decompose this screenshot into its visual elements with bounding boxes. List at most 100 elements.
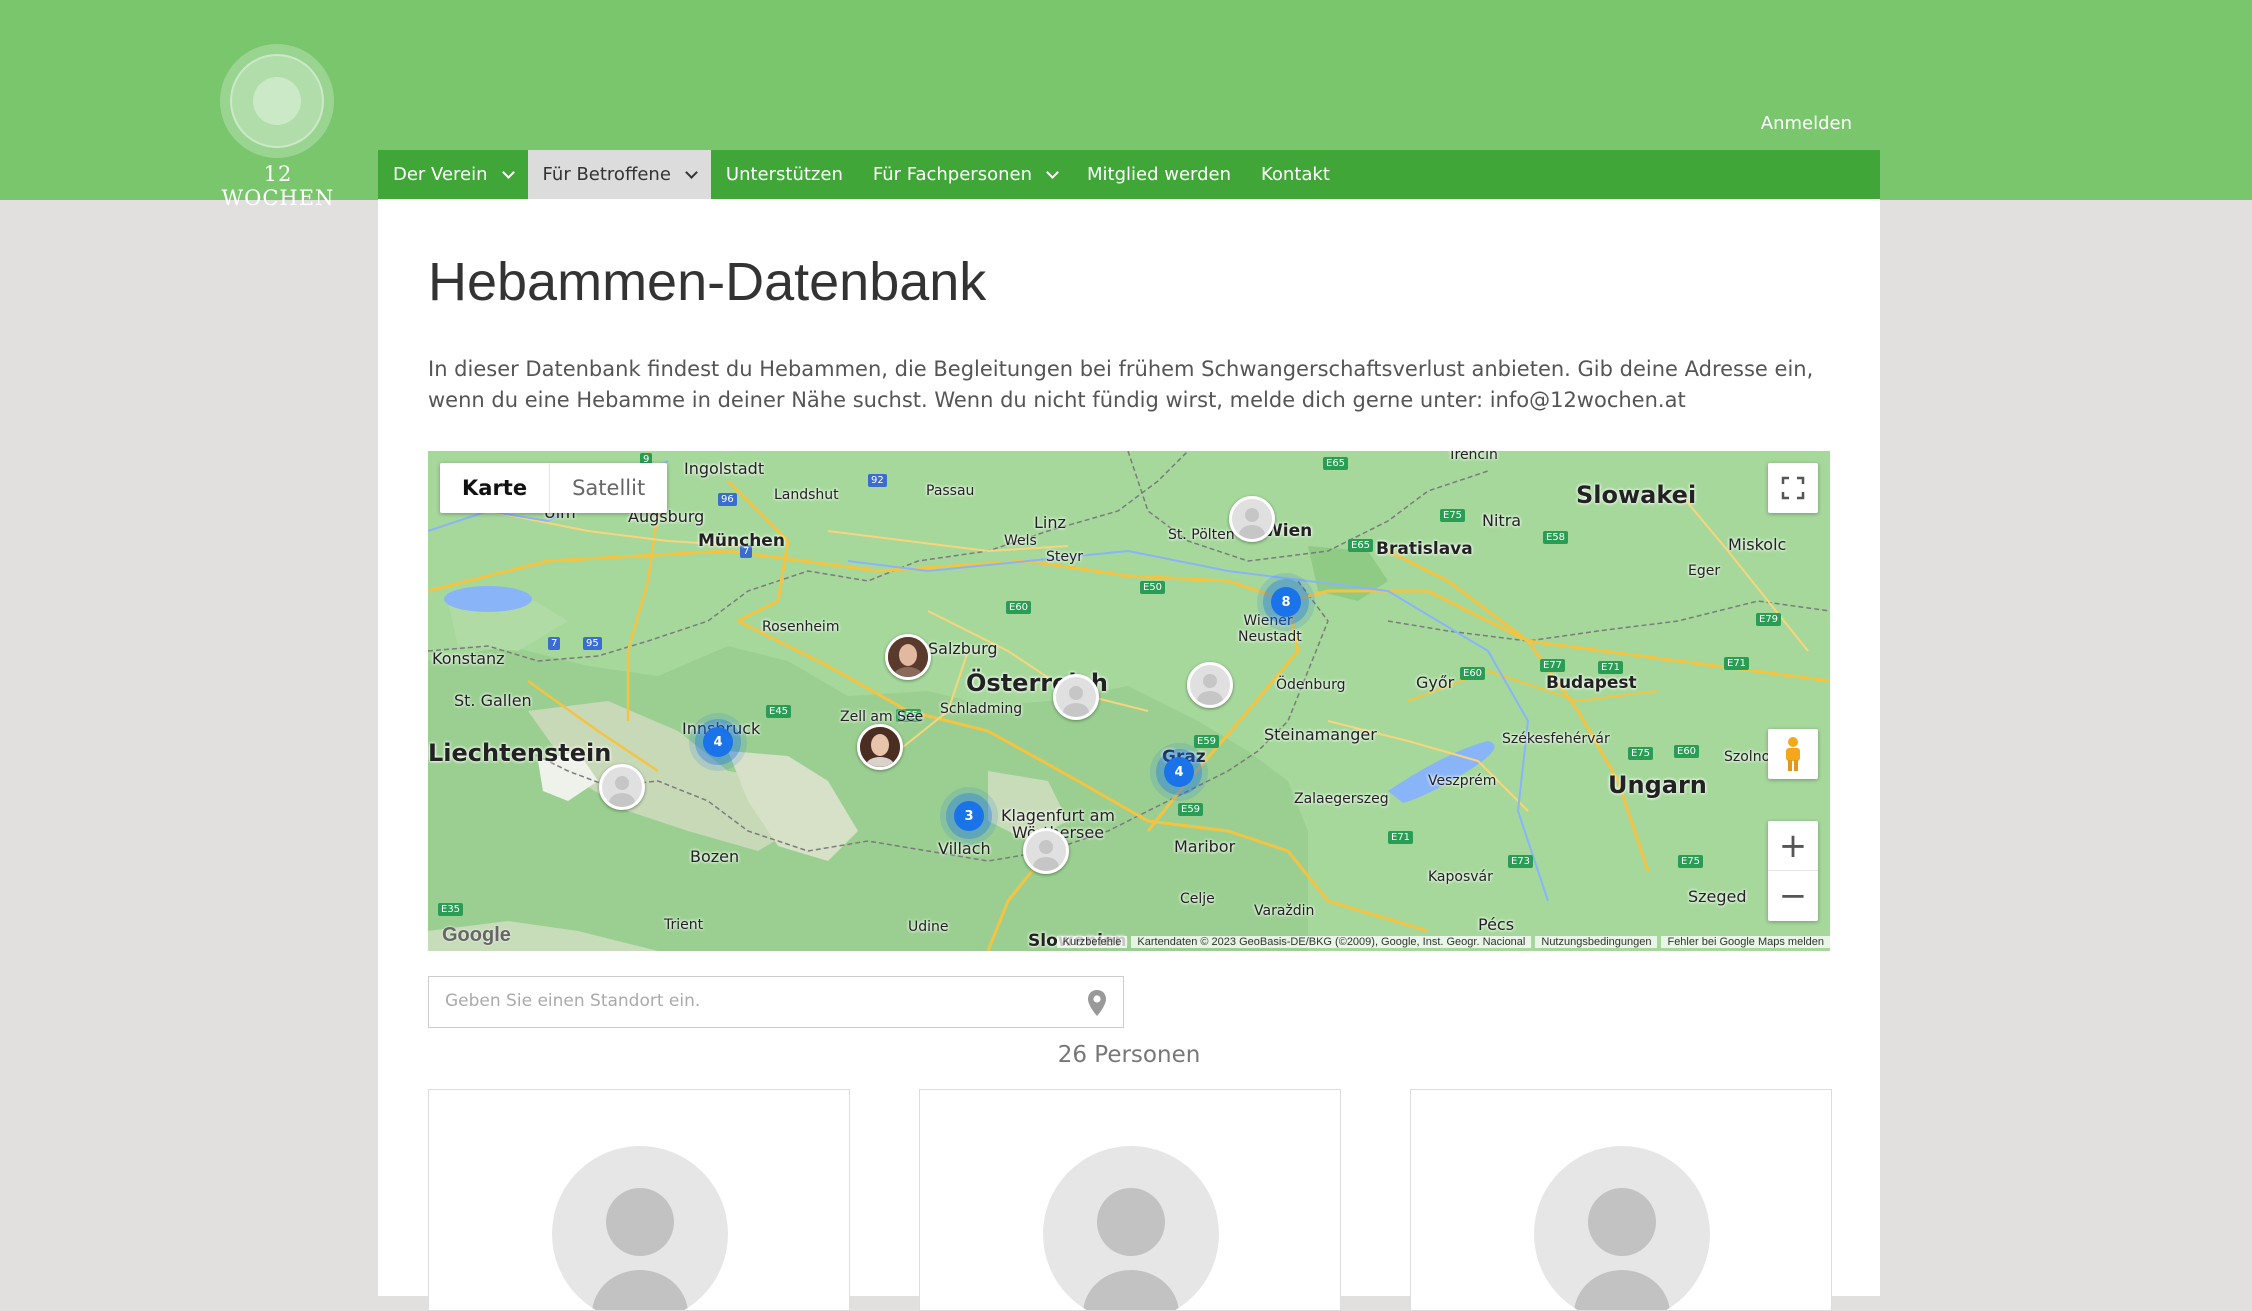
map-type-satellit-button[interactable]: Satellit: [549, 463, 667, 513]
map-place-label: Kaposvár: [1428, 869, 1493, 885]
chevron-down-icon: [1046, 165, 1059, 179]
results-count: 26 Personen: [1057, 1042, 1201, 1068]
report-error-link[interactable]: Fehler bei Google Maps melden: [1661, 936, 1830, 948]
map-place-label: Nitra: [1482, 511, 1522, 530]
fullscreen-button[interactable]: [1768, 463, 1818, 513]
marker-cluster[interactable]: 3: [954, 801, 984, 831]
road-label: 95: [583, 637, 602, 650]
nav-item-unterstuetzen[interactable]: Unterstützen: [711, 150, 858, 199]
map-place-label: Udine: [908, 919, 949, 935]
nav-item-fuer-fachpersonen[interactable]: Für Fachpersonen: [858, 150, 1072, 199]
location-pin-icon[interactable]: [1087, 989, 1107, 1017]
road-label: E60: [1674, 745, 1700, 758]
road-label: E45: [766, 705, 792, 718]
login-link[interactable]: Anmelden: [1761, 113, 1852, 134]
profile-card[interactable]: [428, 1089, 850, 1311]
map-place-label: Eger: [1688, 563, 1721, 579]
map-marker[interactable]: [1023, 828, 1069, 874]
map-place-label: Trenčín: [1448, 451, 1498, 463]
road-label: E58: [1543, 531, 1569, 544]
google-logo: Google: [442, 924, 511, 946]
nav-label: Mitglied werden: [1086, 164, 1232, 185]
road-label: E75: [1440, 509, 1466, 522]
map-marker-photo[interactable]: [857, 724, 903, 770]
site-header: 12 WOCHEN Anmelden Der Verein Für Betrof…: [0, 0, 2252, 210]
nav-label: Kontakt: [1261, 164, 1330, 185]
map-place-label: Konstanz: [432, 649, 505, 668]
map-place-label: Passau: [926, 483, 975, 499]
map-place-label: Varaždin: [1254, 903, 1315, 919]
map-place-label: Ödenburg: [1276, 677, 1346, 693]
person-placeholder-icon: [592, 1188, 688, 1310]
nav-item-der-verein[interactable]: Der Verein: [378, 150, 528, 199]
zoom-out-button[interactable]: −: [1768, 871, 1818, 921]
nav-item-fuer-betroffene[interactable]: Für Betroffene: [527, 150, 711, 199]
map-marker[interactable]: [1187, 662, 1233, 708]
pegman-icon: [1786, 737, 1800, 771]
fullscreen-icon: [1781, 476, 1805, 500]
chevron-down-icon: [685, 165, 698, 179]
map-place-label: Bozen: [690, 847, 740, 866]
map-type-karte-button[interactable]: Karte: [440, 463, 549, 513]
map-place-label: St. Gallen: [454, 691, 532, 710]
person-placeholder-icon: [1239, 508, 1265, 539]
street-view-button[interactable]: [1768, 729, 1818, 779]
map-place-label: Liechtenstein: [428, 739, 612, 767]
map-place-label: Budapest: [1546, 673, 1637, 693]
nav-label: Unterstützen: [725, 164, 843, 185]
marker-cluster[interactable]: 4: [703, 727, 733, 757]
page-title: Hebammen-Datenbank: [428, 252, 987, 312]
map-place-label: Székesfehérvár: [1502, 731, 1610, 747]
map-place-label: Linz: [1034, 513, 1066, 532]
nav-item-mitglied-werden[interactable]: Mitglied werden: [1072, 150, 1246, 199]
person-placeholder-icon: [1063, 686, 1089, 717]
terms-link[interactable]: Nutzungsbedingungen: [1535, 936, 1658, 948]
profile-card[interactable]: [919, 1089, 1341, 1311]
marker-cluster[interactable]: 8: [1271, 587, 1301, 617]
road-label: E60: [1460, 667, 1486, 680]
map-place-label: Salzburg: [928, 639, 998, 658]
map-place-label: Landshut: [774, 487, 839, 503]
map-marker[interactable]: [1053, 674, 1099, 720]
avatar: [1043, 1146, 1219, 1310]
profile-card[interactable]: [1410, 1089, 1832, 1311]
road-label: E65: [1348, 539, 1374, 552]
location-search: [428, 976, 1124, 1028]
map-place-label: Ingolstadt: [684, 459, 765, 478]
location-search-input[interactable]: [429, 977, 1061, 1025]
map-data-text: Kartendaten © 2023 GeoBasis-DE/BKG (©200…: [1131, 936, 1532, 948]
chevron-down-icon: [501, 165, 515, 179]
map-background: [428, 451, 1830, 951]
avatar: [552, 1146, 728, 1310]
map-marker[interactable]: [1229, 496, 1275, 542]
map-place-label: Zalaegerszeg: [1294, 791, 1389, 807]
map-place-label: Pécs: [1478, 915, 1515, 934]
map-place-label: Schladming: [940, 701, 1023, 717]
road-label: E71: [1388, 831, 1414, 844]
person-placeholder-icon: [1574, 1188, 1670, 1310]
map-marker[interactable]: [599, 764, 645, 810]
road-label: E75: [1678, 855, 1704, 868]
map-marker-photo[interactable]: [885, 634, 931, 680]
logo-text: 12 WOCHEN: [221, 162, 335, 210]
avatar: [1534, 1146, 1710, 1310]
nav-label: Für Betroffene: [542, 164, 671, 185]
nav-item-kontakt[interactable]: Kontakt: [1246, 150, 1345, 199]
map-place-label: Miskolc: [1728, 535, 1787, 554]
nav-label: Für Fachpersonen: [872, 164, 1032, 185]
map-type-control: Karte Satellit: [440, 463, 668, 513]
zoom-in-button[interactable]: +: [1768, 821, 1818, 871]
map-place-label: Maribor: [1174, 837, 1236, 856]
marker-cluster[interactable]: 4: [1164, 757, 1194, 787]
map[interactable]: 9 96 92 7 7 95 E65 E75 E58 E65 E50 E60 E…: [428, 451, 1830, 951]
road-label: 92: [868, 474, 887, 487]
map-place-label: Zell am See: [840, 709, 924, 725]
map-place-label: Ungarn: [1608, 771, 1707, 799]
zoom-control: + −: [1768, 821, 1818, 921]
road-label: E73: [1508, 855, 1534, 868]
map-place-label: Rosenheim: [762, 619, 840, 635]
map-place-label: Celje: [1180, 891, 1215, 907]
keyboard-shortcuts-link[interactable]: Kurzbefehle: [1056, 936, 1128, 948]
person-photo-icon: [888, 637, 928, 677]
road-label: 7: [548, 637, 561, 650]
